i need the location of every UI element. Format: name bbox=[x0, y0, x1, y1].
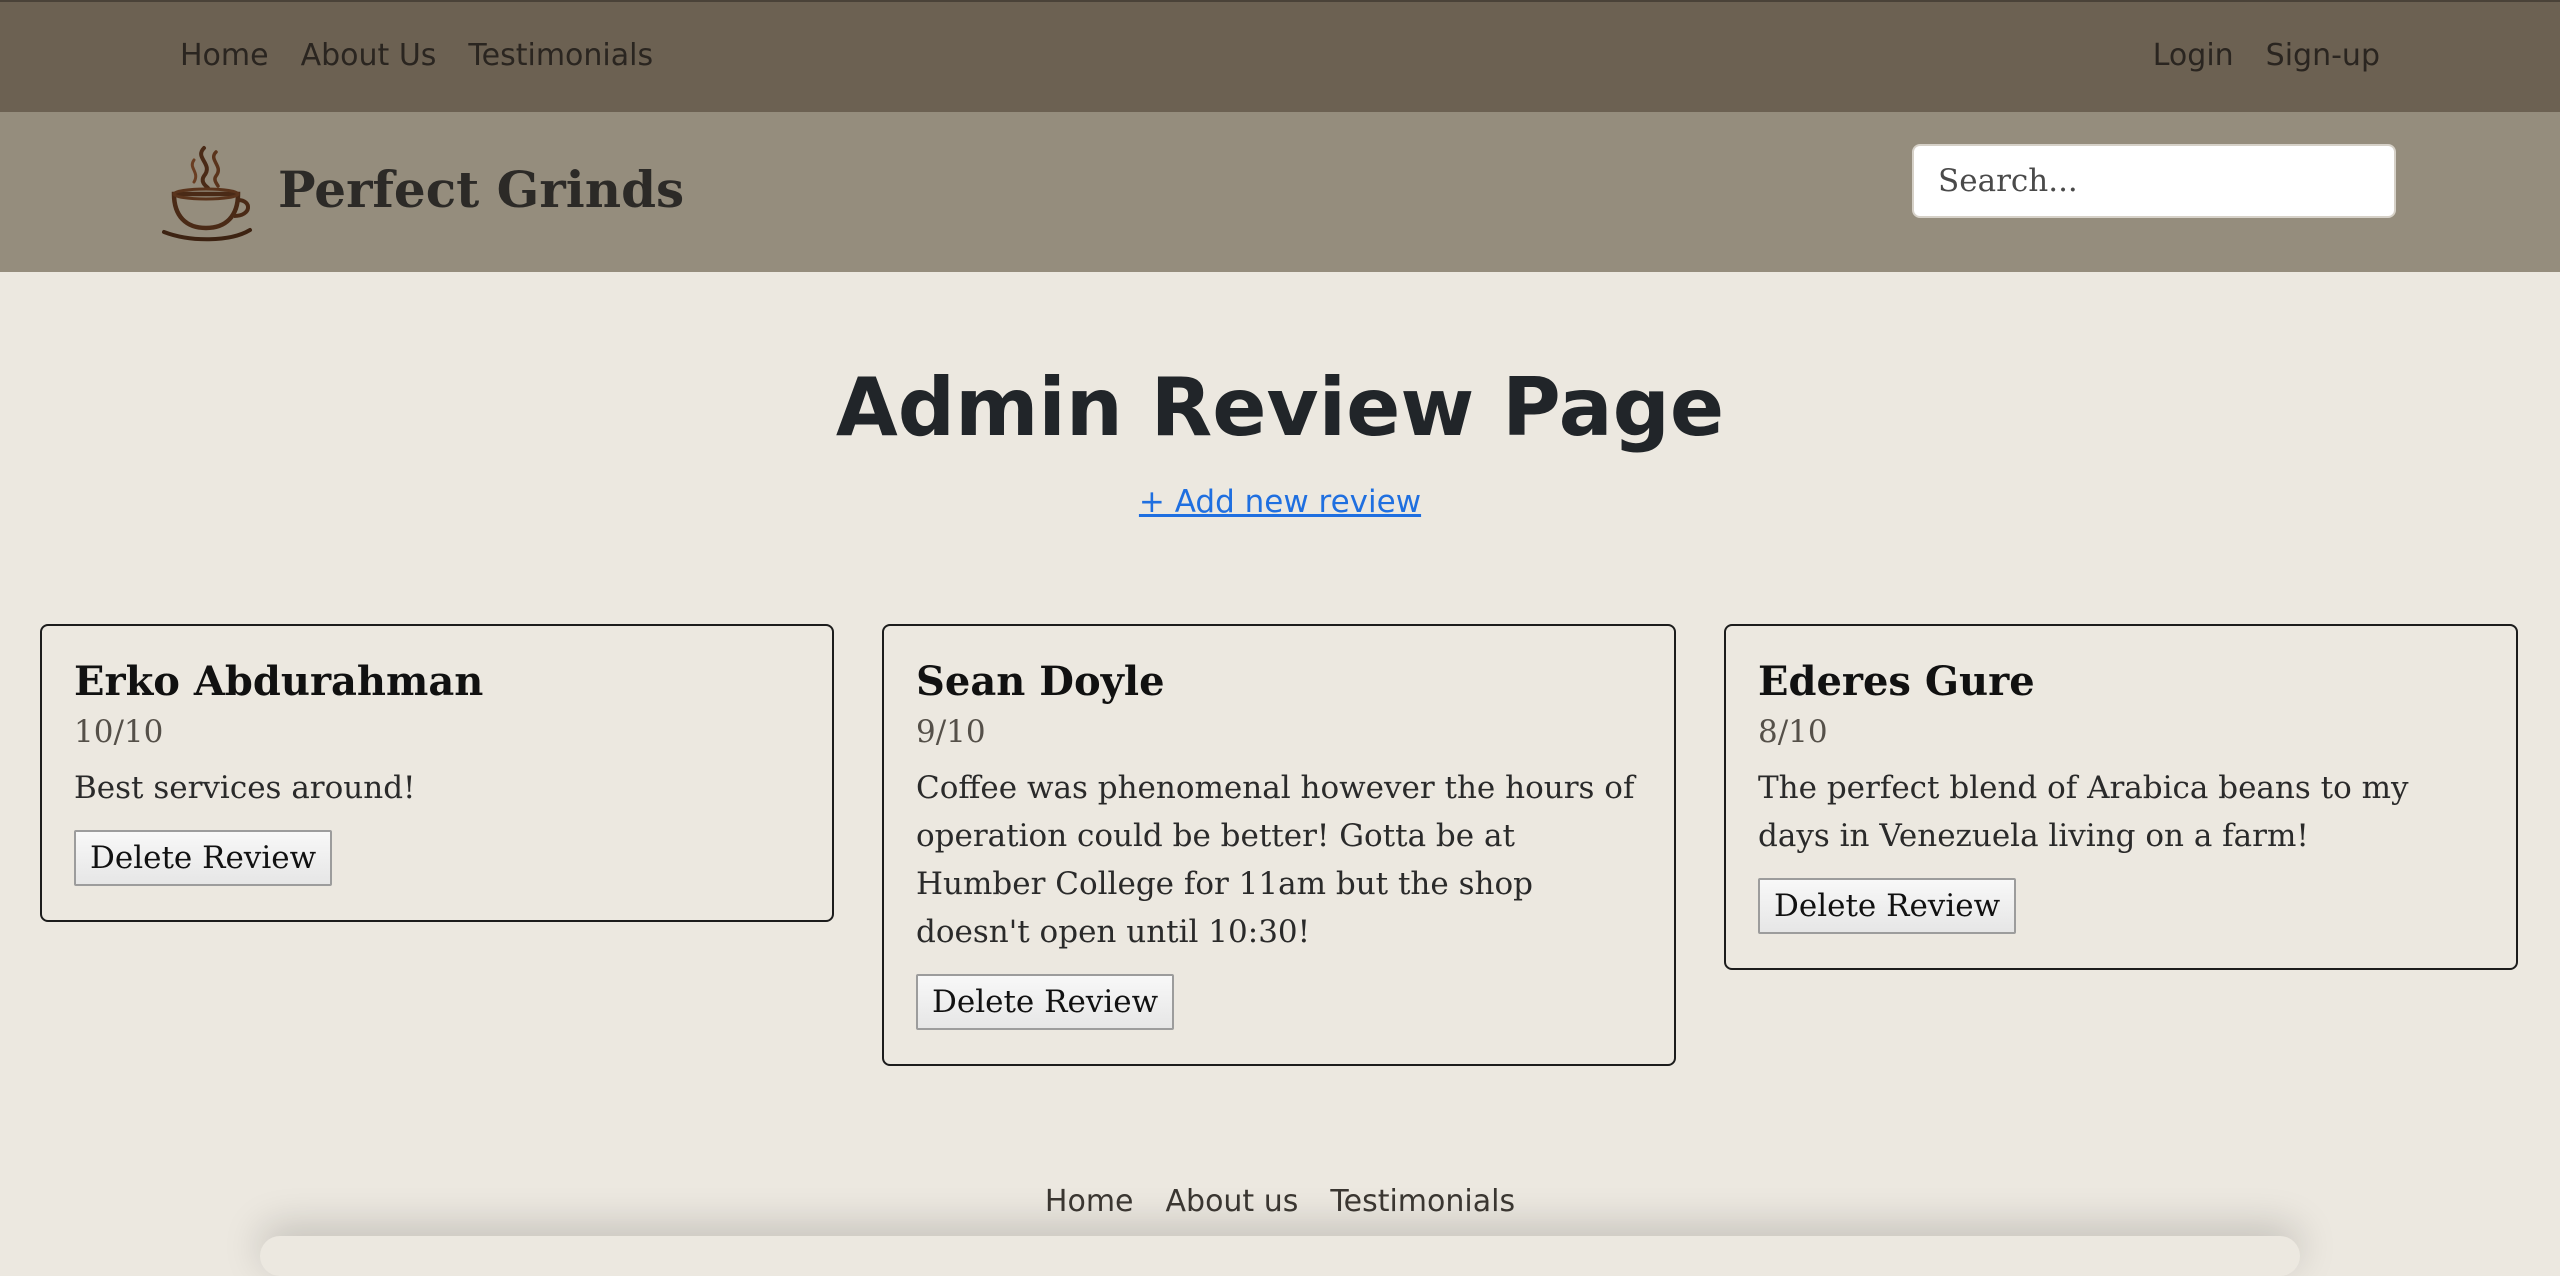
reviewer-name: Sean Doyle bbox=[916, 658, 1165, 705]
reviewer-name: Ederes Gure bbox=[1758, 658, 2035, 705]
brand-name[interactable]: Perfect Grinds bbox=[278, 158, 684, 222]
review-rating: 8/10 bbox=[1758, 714, 1828, 750]
top-nav-right-links: Login Sign-up bbox=[2153, 34, 2380, 78]
footer: Home About us Testimonials bbox=[0, 1176, 2560, 1250]
nav-link-about-us[interactable]: About Us bbox=[301, 34, 437, 78]
review-text: The perfect blend of Arabica beans to my… bbox=[1758, 770, 2409, 854]
review-card: Ederes Gure 8/10 The perfect blend of Ar… bbox=[1724, 624, 2518, 970]
review-text: Coffee was phenomenal however the hours … bbox=[916, 770, 1635, 950]
footer-link-about-us[interactable]: About us bbox=[1166, 1180, 1299, 1224]
reviewer-name: Erko Abdurahman bbox=[74, 658, 484, 705]
nav-link-home[interactable]: Home bbox=[180, 34, 269, 78]
nav-link-sign-up[interactable]: Sign-up bbox=[2266, 34, 2380, 78]
review-text: Best services around! bbox=[74, 770, 416, 806]
footer-links: Home About us Testimonials bbox=[0, 1180, 2560, 1224]
top-navigation: Home About Us Testimonials Login Sign-up bbox=[0, 0, 2560, 112]
review-rating: 9/10 bbox=[916, 714, 986, 750]
nav-link-testimonials[interactable]: Testimonials bbox=[468, 34, 653, 78]
footer-shadow bbox=[260, 1236, 2300, 1276]
review-card: Sean Doyle 9/10 Coffee was phenomenal ho… bbox=[882, 624, 1676, 1066]
review-rating: 10/10 bbox=[74, 714, 164, 750]
add-new-review-link[interactable]: + Add new review bbox=[1139, 484, 1421, 520]
delete-review-button[interactable]: Delete Review bbox=[916, 974, 1175, 1030]
nav-link-login[interactable]: Login bbox=[2153, 34, 2234, 78]
footer-link-home[interactable]: Home bbox=[1045, 1180, 1134, 1224]
footer-link-testimonials[interactable]: Testimonials bbox=[1330, 1180, 1515, 1224]
coffee-cup-icon[interactable] bbox=[160, 142, 256, 242]
review-card: Erko Abdurahman 10/10 Best services arou… bbox=[40, 624, 834, 922]
brand-header: Perfect Grinds bbox=[0, 112, 2560, 272]
delete-review-button[interactable]: Delete Review bbox=[1758, 878, 2017, 934]
add-review-link-wrap: + Add new review bbox=[0, 480, 2560, 524]
search-input[interactable] bbox=[1912, 144, 2396, 218]
top-nav-left-links: Home About Us Testimonials bbox=[180, 34, 653, 78]
delete-review-button[interactable]: Delete Review bbox=[74, 830, 333, 886]
page-title: Admin Review Page bbox=[835, 361, 1725, 454]
